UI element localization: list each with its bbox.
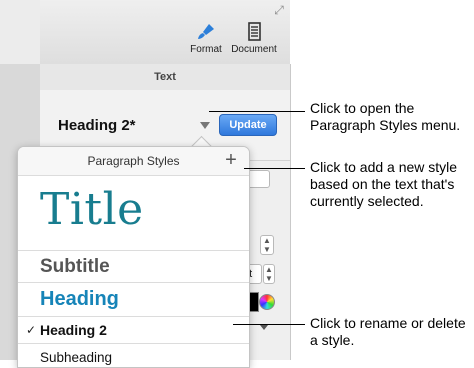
- style-item-label: Subheading: [40, 350, 113, 365]
- paintbrush-icon: [198, 24, 214, 39]
- callout-line-1: [209, 111, 305, 112]
- paragraph-styles-popover: Paragraph Styles + Title Subtitle Headin…: [17, 146, 250, 368]
- add-style-button[interactable]: +: [221, 150, 241, 170]
- style-item-title[interactable]: Title: [18, 176, 249, 251]
- style-item-label: Heading: [40, 288, 119, 310]
- stepper-control[interactable]: ▲ ▼: [260, 235, 274, 255]
- text-section-title: Text: [154, 71, 176, 83]
- document-label: Document: [231, 44, 277, 55]
- format-label: Format: [190, 44, 222, 55]
- style-item-label: Title: [40, 184, 144, 235]
- format-button[interactable]: Format: [180, 22, 232, 55]
- style-item-subtitle[interactable]: Subtitle: [18, 251, 249, 283]
- style-item-label: Heading 2: [40, 322, 107, 338]
- text-section-header[interactable]: Text: [40, 64, 290, 91]
- current-style-name[interactable]: Heading 2*: [58, 117, 136, 134]
- update-style-button[interactable]: Update: [219, 114, 277, 136]
- dropdown-arrow-icon[interactable]: [260, 325, 268, 330]
- fullscreen-icon[interactable]: ⤢: [272, 3, 286, 17]
- document-canvas-top: [0, 0, 40, 64]
- style-item-subheading[interactable]: Subheading: [18, 344, 249, 367]
- popover-title: Paragraph Styles: [87, 154, 180, 168]
- style-item-heading[interactable]: Heading: [18, 283, 249, 317]
- callout-text-1: Click to open the Paragraph Styles menu.: [310, 100, 461, 133]
- document-button[interactable]: Document: [228, 22, 280, 55]
- color-wheel-icon[interactable]: [259, 294, 275, 310]
- callout-text-2: Click to add a new style based on the te…: [310, 159, 458, 209]
- checkmark-icon: ✓: [26, 323, 37, 337]
- callout-text-3: Click to rename or delete a style.: [310, 315, 466, 348]
- paragraph-styles-arrow-icon[interactable]: [200, 122, 210, 129]
- popover-header: Paragraph Styles +: [18, 147, 249, 176]
- callout-line-3: [233, 324, 305, 325]
- style-item-label: Subtitle: [40, 256, 110, 277]
- document-icon: [248, 22, 261, 41]
- callout-line-2: [244, 168, 305, 169]
- font-size-stepper[interactable]: ▲ ▼: [263, 264, 275, 284]
- style-item-heading-2[interactable]: ✓ Heading 2: [18, 317, 249, 344]
